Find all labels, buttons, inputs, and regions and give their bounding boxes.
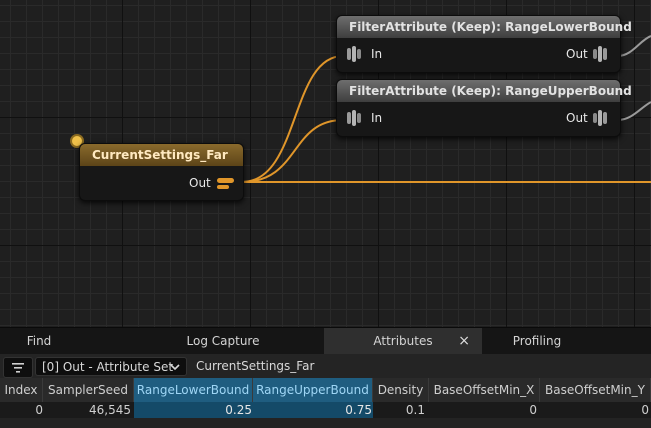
in-pin-icon[interactable] xyxy=(346,44,364,64)
column-header-rangeupperbound[interactable]: RangeUpperBound xyxy=(253,378,373,402)
selected-node-breadcrumb: CurrentSettings_Far xyxy=(196,359,315,373)
filter-lower-node[interactable]: FilterAttribute (Keep): RangeLowerBound … xyxy=(336,15,632,73)
table-cell[interactable]: 0 xyxy=(0,402,49,418)
tab-attributes[interactable]: Attributes × xyxy=(324,328,482,355)
out-pin-icon[interactable] xyxy=(592,44,610,64)
out-pin-icon[interactable] xyxy=(592,108,610,128)
column-header-index[interactable]: Index xyxy=(0,378,43,402)
node-title: FilterAttribute (Keep): RangeUpperBound xyxy=(337,80,632,102)
chevron-down-icon xyxy=(170,364,180,371)
graph-canvas[interactable]: FilterAttribute (Keep): RangeLowerBound … xyxy=(0,0,651,327)
close-tab-icon[interactable]: × xyxy=(458,328,470,355)
wire-out-lower xyxy=(617,35,651,57)
tab-label: Find xyxy=(26,334,52,348)
out-pin-label: Out xyxy=(189,176,211,190)
attributes-toolbar: [0] Out - Attribute Set xyxy=(0,354,651,378)
wire-to-upper xyxy=(241,119,344,183)
column-header-baseoffsetmin-x[interactable]: BaseOffsetMin_X xyxy=(429,378,540,402)
out-pin-label: Out xyxy=(566,47,588,61)
filter-upper-node[interactable]: FilterAttribute (Keep): RangeUpperBound … xyxy=(336,79,632,137)
table-cell[interactable]: 0.75 xyxy=(253,402,378,418)
table-cell[interactable]: 0.1 xyxy=(373,402,431,418)
table-cell[interactable]: 0 xyxy=(429,402,543,418)
table-cell[interactable]: 46,545 xyxy=(49,402,137,418)
tab-label: Attributes xyxy=(373,334,433,348)
table-cell[interactable]: 0.25 xyxy=(134,402,258,418)
tab-label: Log Capture xyxy=(186,334,260,348)
out-pin-icon[interactable] xyxy=(216,177,236,191)
attribute-table: Index SamplerSeed RangeLowerBound RangeU… xyxy=(0,378,651,428)
panel-tab-bar: Find Log Capture Attributes × Profiling xyxy=(0,327,651,355)
output-pin-select[interactable]: [0] Out - Attribute Set xyxy=(35,357,187,376)
filter-icon xyxy=(12,363,24,373)
in-pin-icon[interactable] xyxy=(346,108,364,128)
tab-find[interactable]: Find xyxy=(0,328,78,355)
wire-to-lower xyxy=(241,55,344,183)
tab-log-capture[interactable]: Log Capture xyxy=(170,328,276,355)
table-cell[interactable]: 0 xyxy=(540,402,651,418)
column-header-samplerseed[interactable]: SamplerSeed xyxy=(43,378,134,402)
output-pin-select-value: [0] Out - Attribute Set xyxy=(42,360,174,374)
wire-out-upper xyxy=(617,101,651,121)
column-header-baseoffsetmin-y[interactable]: BaseOffsetMin_Y xyxy=(540,378,651,402)
out-pin-label: Out xyxy=(566,111,588,125)
node-title: CurrentSettings_Far xyxy=(80,144,243,166)
column-header-density[interactable]: Density xyxy=(373,378,429,402)
filter-button[interactable] xyxy=(3,357,33,378)
tab-label: Profiling xyxy=(512,334,562,348)
in-pin-label: In xyxy=(371,111,383,125)
in-pin-label: In xyxy=(371,47,383,61)
tab-profiling[interactable]: Profiling xyxy=(496,328,578,355)
column-header-rangelowerbound[interactable]: RangeLowerBound xyxy=(134,378,253,402)
node-title: FilterAttribute (Keep): RangeLowerBound xyxy=(337,16,632,38)
current-settings-node[interactable]: CurrentSettings_Far Out xyxy=(79,143,244,201)
